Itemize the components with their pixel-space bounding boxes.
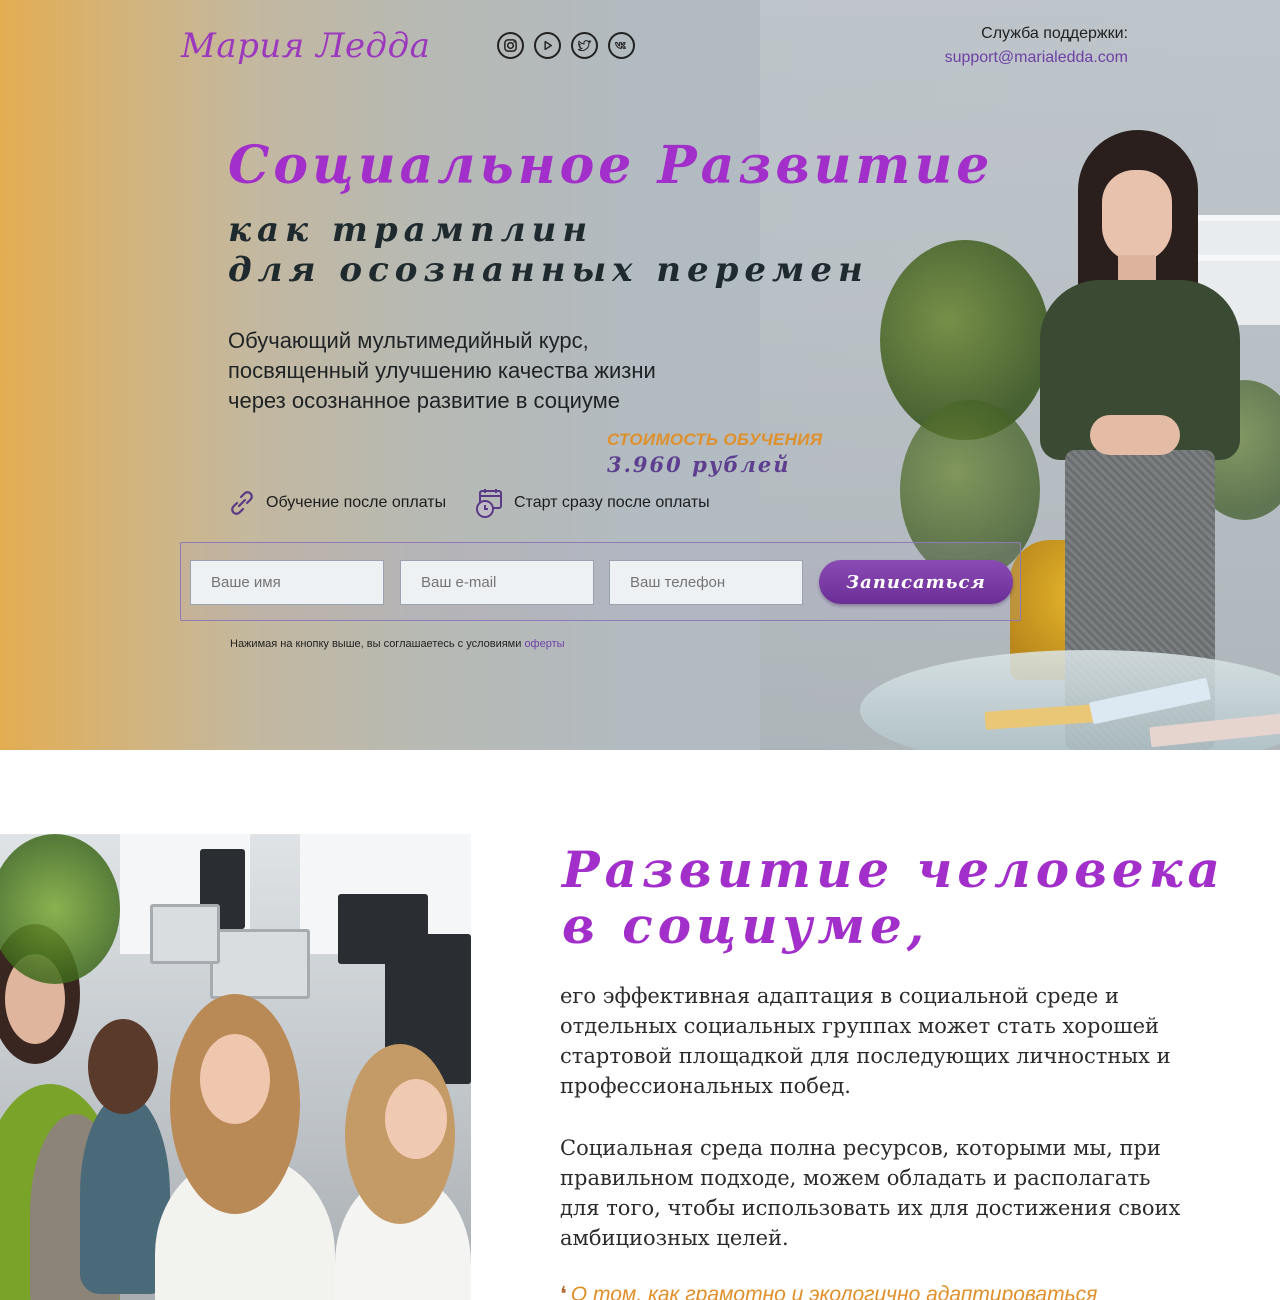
photo-face <box>385 1079 447 1159</box>
hero-subtitle-line: для осознанных перемен <box>228 250 869 290</box>
photo-head <box>88 1019 158 1114</box>
paragraph-line: амбициозных целей. <box>560 1226 789 1250</box>
photo-monitor <box>150 904 220 964</box>
quote-icon: ❛ <box>560 1283 567 1300</box>
price-block: СТОИМОСТЬ ОБУЧЕНИЯ 3.960 рублей <box>607 430 822 477</box>
hero-lead-text: Обучающий мультимедийный курс, посвященн… <box>228 326 656 416</box>
paragraph-line: для того, чтобы использовать их для дост… <box>560 1196 1181 1220</box>
calendar-clock-icon <box>476 489 502 518</box>
signup-form: Записаться <box>180 542 1021 621</box>
feature-access: Обучение после оплаты <box>226 487 446 519</box>
terms-notice: Нажимая на кнопку выше, вы соглашаетесь … <box>230 638 565 650</box>
hero-title: Социальное Развитие <box>228 135 994 196</box>
paragraph-line: профессиональных побед. <box>560 1074 851 1098</box>
signup-button[interactable]: Записаться <box>819 560 1013 604</box>
support-label: Служба поддержки: <box>981 25 1128 42</box>
photo-face <box>200 1034 270 1124</box>
photo-monitor <box>210 929 310 999</box>
instagram-icon[interactable] <box>497 32 524 59</box>
paragraph-line: правильном подходе, можем обладать и рас… <box>560 1166 1151 1190</box>
hero-subtitle-line: как трамплин <box>228 210 594 250</box>
seminar-photo <box>0 834 471 1300</box>
section-title: Развитие человека в социуме, <box>562 842 1225 954</box>
photo-plant <box>0 834 120 984</box>
support-block: Служба поддержки: support@marialedda.com <box>945 25 1128 67</box>
lead-line: Обучающий мультимедийный курс, <box>228 328 589 353</box>
lead-line: посвященный улучшению качества жизни <box>228 358 656 383</box>
link-icon <box>231 491 253 515</box>
vk-icon[interactable] <box>608 32 635 59</box>
support-email-link[interactable]: support@marialedda.com <box>945 49 1128 67</box>
section-title-line: Развитие человека <box>562 840 1225 899</box>
paragraph-line: его эффективная адаптация в социальной с… <box>560 984 1120 1008</box>
hero-subtitle: как трамплин для осознанных перемен <box>228 210 869 290</box>
section-paragraph: Социальная среда полна ресурсов, которым… <box>560 1133 1200 1253</box>
section-title-line: в социуме, <box>562 896 930 955</box>
feature-start-text: Старт сразу после оплаты <box>514 494 710 511</box>
price-value: 3.960 рублей <box>607 452 791 477</box>
teaser-text: О том, как грамотно и экологично адаптир… <box>570 1283 1098 1300</box>
youtube-icon[interactable] <box>534 32 561 59</box>
email-input[interactable] <box>400 560 594 605</box>
price-label: СТОИМОСТЬ ОБУЧЕНИЯ <box>607 430 823 449</box>
paragraph-line: стартовой площадкой для последующих личн… <box>560 1044 1171 1068</box>
offer-link[interactable]: оферты <box>524 638 564 650</box>
section-teaser: ❛ О том, как грамотно и экологично адапти… <box>560 1282 1097 1300</box>
paragraph-line: отдельных социальных группах может стать… <box>560 1014 1160 1038</box>
site-logo[interactable]: Мария Ледда <box>181 26 430 66</box>
phone-input[interactable] <box>609 560 803 605</box>
terms-text: Нажимая на кнопку выше, вы соглашаетесь … <box>230 638 525 650</box>
lead-line: через осознанное развитие в социуме <box>228 388 620 413</box>
section-paragraph: его эффективная адаптация в социальной с… <box>560 981 1200 1101</box>
feature-start: Старт сразу после оплаты <box>474 487 710 519</box>
feature-access-text: Обучение после оплаты <box>266 494 447 511</box>
hero-section: Мария Ледда Служба поддержки: support@ma… <box>0 0 1280 750</box>
social-links <box>497 32 635 59</box>
name-input[interactable] <box>190 560 384 605</box>
paragraph-line: Социальная среда полна ресурсов, которым… <box>560 1136 1161 1160</box>
twitter-icon[interactable] <box>571 32 598 59</box>
